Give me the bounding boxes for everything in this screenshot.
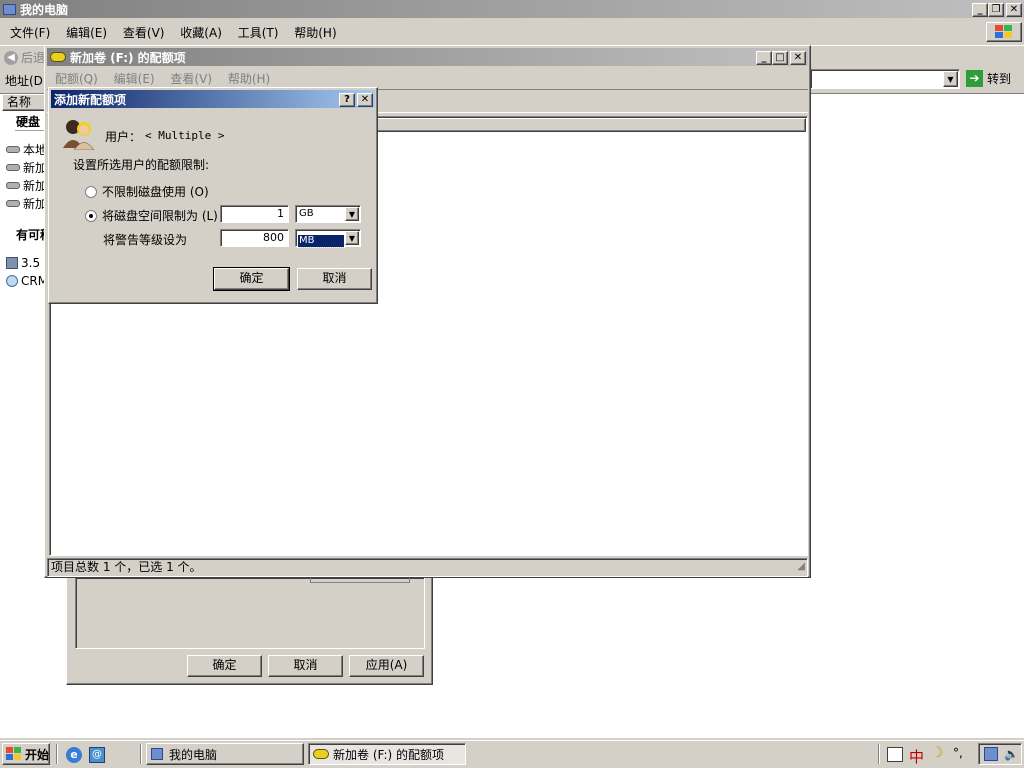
start-button[interactable]: 开始 xyxy=(2,743,50,765)
add-quota-close-button[interactable]: ✕ xyxy=(357,93,373,107)
drive-icon xyxy=(6,200,20,207)
restore-button[interactable]: ❐ xyxy=(988,3,1004,17)
outlook-icon[interactable]: @ xyxy=(89,747,105,763)
properties-cancel-button[interactable]: 取消 xyxy=(268,655,343,677)
ime-chinese-indicator[interactable]: 中 xyxy=(909,746,924,767)
no-limit-radio[interactable]: 不限制磁盘使用 (O) xyxy=(85,183,209,200)
volume-icon[interactable]: 🔈 xyxy=(1004,747,1019,761)
menu-file[interactable]: 文件(F) xyxy=(4,22,56,43)
ie-icon[interactable]: e xyxy=(66,747,82,763)
minimize-button[interactable]: _ xyxy=(972,3,988,17)
user-value: < Multiple > xyxy=(145,129,225,142)
limit-radio[interactable]: 将磁盘空间限制为 (L) xyxy=(85,207,218,224)
menu-quota[interactable]: 配额(Q) xyxy=(49,68,104,89)
column-header-name[interactable]: 名称 xyxy=(2,94,50,111)
cancel-button[interactable]: 取消 xyxy=(297,268,372,290)
drive-yellow-icon xyxy=(50,52,66,62)
go-arrow-icon: ➔ xyxy=(966,70,983,87)
taskbar: 开始 e @ 我的电脑 新加卷 (F:) 的配额项 中 ☽ °, 🔈 xyxy=(0,740,1024,768)
quota-menubar: 配额(Q) 编辑(E) 查看(V) 帮助(H) xyxy=(47,68,808,88)
drive-item[interactable]: 新加 xyxy=(6,177,47,194)
drive-icon xyxy=(6,146,20,153)
menu-view[interactable]: 查看(V) xyxy=(117,22,171,43)
ok-button[interactable]: 确定 xyxy=(213,267,290,291)
menu-help[interactable]: 帮助(H) xyxy=(288,22,342,43)
address-input[interactable]: ▼ xyxy=(810,69,960,89)
resize-grip-icon[interactable]: ◢ xyxy=(797,558,805,575)
network-icon[interactable] xyxy=(984,747,998,761)
menu-edit[interactable]: 编辑(E) xyxy=(60,22,113,43)
menu-view[interactable]: 查看(V) xyxy=(164,68,218,89)
warning-unit-selected: MB xyxy=(297,234,345,248)
windows-flag-icon xyxy=(6,747,21,760)
cdrom-icon xyxy=(6,275,18,287)
floppy-icon xyxy=(6,257,18,269)
help-button[interactable]: ? xyxy=(339,93,355,107)
drive-icon xyxy=(6,164,20,171)
add-quota-title: 添加新配额项 xyxy=(54,92,127,107)
add-quota-dialog: 添加新配额项 ? ✕ 用户： < Multiple > 设置所选用户的配额限制: … xyxy=(48,87,378,304)
drive-item[interactable]: 新加 xyxy=(6,159,47,176)
properties-ok-button[interactable]: 确定 xyxy=(187,655,262,677)
removable-item[interactable]: 3.5 xyxy=(6,256,40,270)
quota-maximize-button[interactable]: □ xyxy=(772,51,788,65)
system-tray: 🔈 xyxy=(978,743,1022,765)
drive-item[interactable]: 本地 xyxy=(6,141,47,158)
main-menubar: 文件(F) 编辑(E) 查看(V) 收藏(A) 工具(T) 帮助(H) xyxy=(0,22,1024,42)
task-quota-window[interactable]: 新加卷 (F:) 的配额项 xyxy=(308,743,466,765)
menu-help[interactable]: 帮助(H) xyxy=(222,68,276,89)
radio-checked-icon xyxy=(85,209,97,222)
quota-statusbar: 项目总数 1 个，已选 1 个。 ◢ xyxy=(47,558,808,577)
warning-unit-select[interactable]: MB ▼ xyxy=(295,229,361,248)
removable-item[interactable]: CRM xyxy=(6,274,48,288)
task-my-computer[interactable]: 我的电脑 xyxy=(146,743,304,765)
limit-unit-select[interactable]: GB ▼ xyxy=(295,205,361,223)
quota-status-text: 项目总数 1 个，已选 1 个。 xyxy=(51,560,202,574)
properties-apply-button[interactable]: 应用(A) xyxy=(349,655,424,677)
close-button[interactable]: ✕ xyxy=(1006,3,1022,17)
main-title: 我的电脑 xyxy=(20,2,69,17)
address-dropdown-button[interactable]: ▼ xyxy=(943,71,958,87)
go-button[interactable]: ➔ 转到 xyxy=(966,70,1011,87)
warning-input[interactable]: 800 xyxy=(220,229,289,247)
quota-title: 新加卷 (F:) 的配额项 xyxy=(70,50,186,65)
moon-icon[interactable]: ☽ xyxy=(931,745,944,761)
instruction-text: 设置所选用户的配额限制: xyxy=(73,158,210,172)
drive-icon xyxy=(6,182,20,189)
quota-minimize-button[interactable]: _ xyxy=(756,51,772,65)
quota-titlebar: 新加卷 (F:) 的配额项 _ □ ✕ xyxy=(47,48,808,66)
windows-logo xyxy=(986,22,1022,42)
drive-item[interactable]: 新加 xyxy=(6,195,47,212)
properties-panel xyxy=(75,577,425,649)
menu-favorites[interactable]: 收藏(A) xyxy=(174,22,228,43)
warning-label: 将警告等级设为 xyxy=(103,233,188,247)
section-hdd: 硬盘 xyxy=(16,115,41,129)
limit-input[interactable]: 1 xyxy=(220,205,289,223)
radio-unchecked-icon xyxy=(85,185,97,198)
quota-close-button[interactable]: ✕ xyxy=(790,51,806,65)
back-arrow-icon: ◀ xyxy=(4,50,18,65)
chevron-down-icon[interactable]: ▼ xyxy=(345,207,359,221)
user-label: 用户： xyxy=(105,130,142,144)
main-titlebar: 我的电脑 _ ❐ ✕ xyxy=(0,0,1024,18)
ime-keyboard-icon[interactable] xyxy=(887,747,903,762)
menu-edit[interactable]: 编辑(E) xyxy=(108,68,161,89)
ime-punctuation-indicator[interactable]: °, xyxy=(953,746,963,760)
menu-tools[interactable]: 工具(T) xyxy=(232,22,285,43)
back-button[interactable]: ◀ 后退 xyxy=(4,49,45,66)
users-icon xyxy=(61,118,95,151)
computer-icon xyxy=(3,3,16,15)
add-quota-titlebar: 添加新配额项 ? ✕ xyxy=(51,90,375,108)
drive-yellow-icon xyxy=(313,749,329,759)
chevron-down-icon[interactable]: ▼ xyxy=(345,231,359,245)
address-label: 地址(D) xyxy=(5,74,48,88)
computer-icon xyxy=(151,748,163,760)
